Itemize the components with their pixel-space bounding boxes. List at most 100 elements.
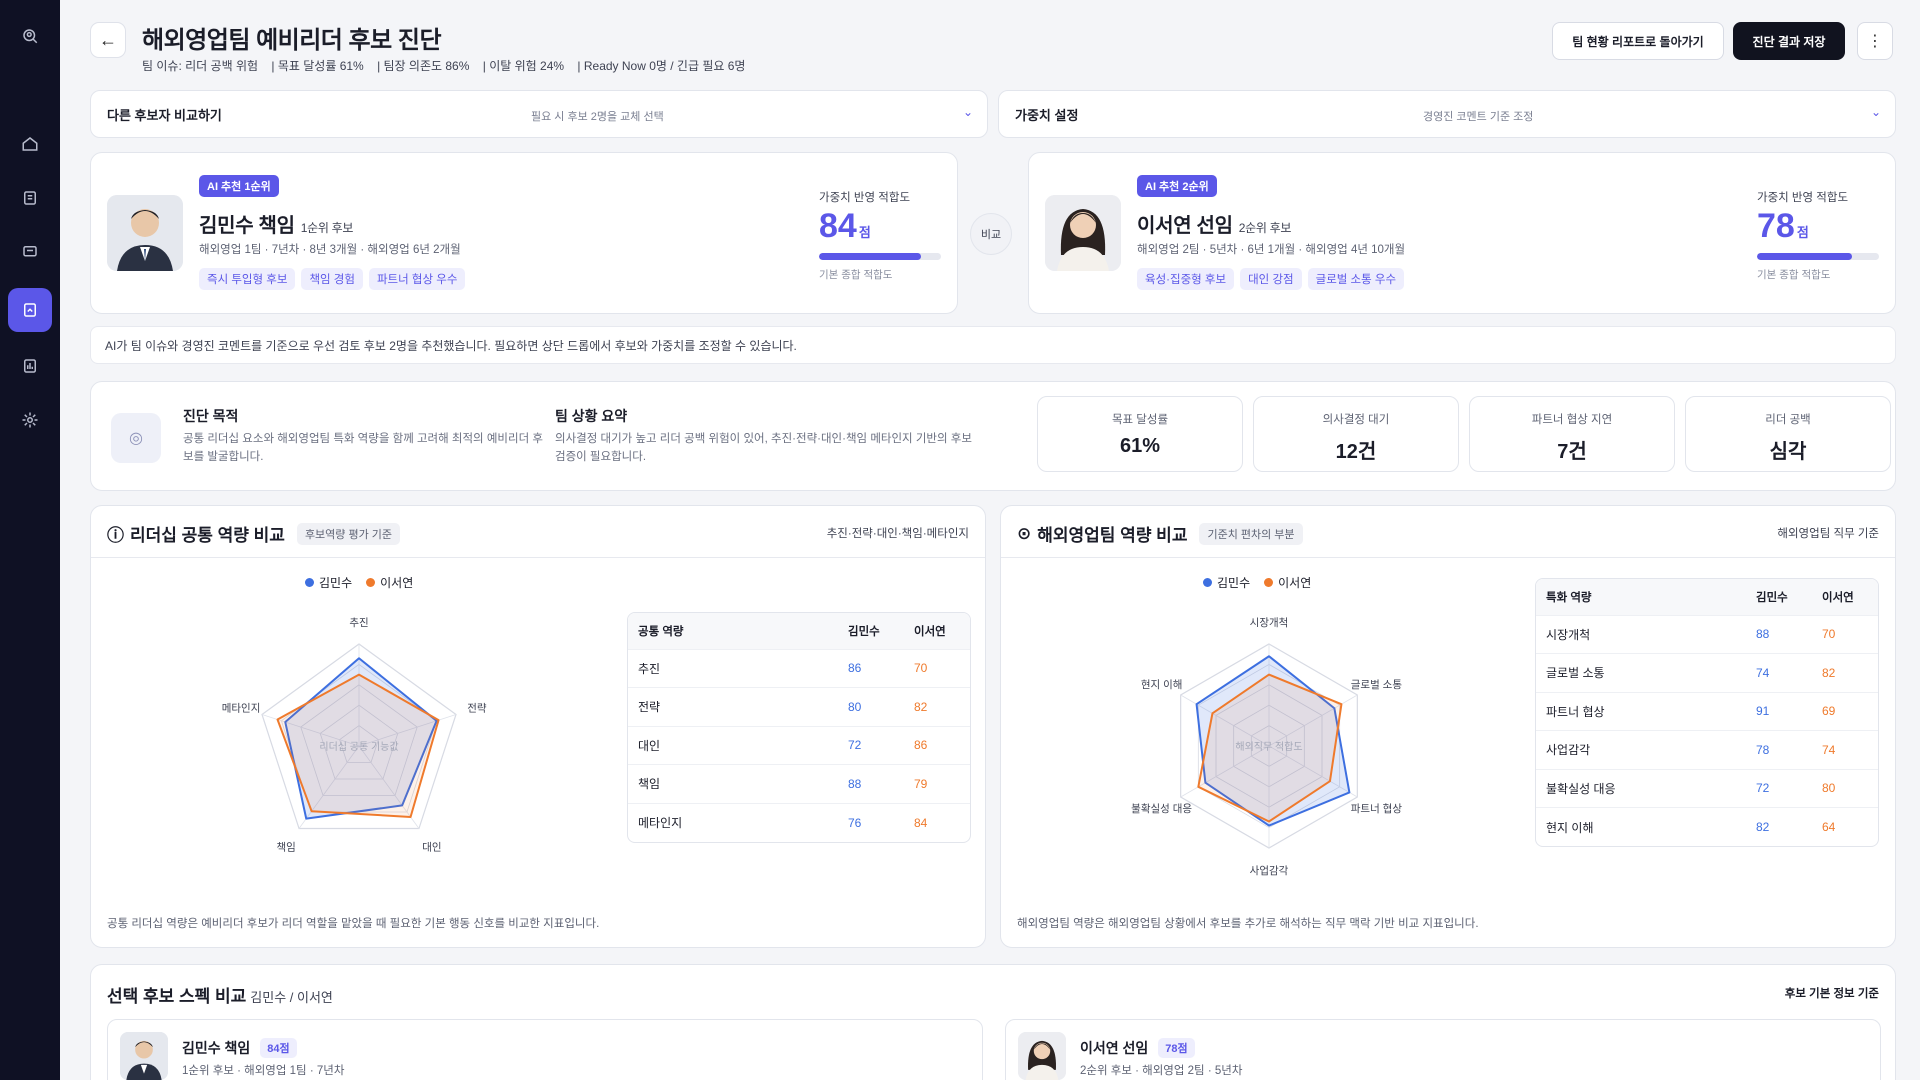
legend-item: 김민수 [1203, 574, 1250, 591]
vs-indicator: 비교 [970, 213, 1012, 255]
spec-name: 이서연 선임 78점 [1080, 1038, 1195, 1058]
legend-dot [305, 578, 314, 587]
spec-name: 김민수 책임 84점 [182, 1038, 297, 1058]
legend-label: 김민수 [1217, 576, 1251, 590]
table-header: 공통 역량 [628, 613, 838, 649]
candidate-card-1[interactable]: AI 추천 1순위 김민수 책임 1순위 후보 해외영업 1팀 · 7년차 · 8… [90, 152, 958, 314]
search-icon[interactable] [8, 14, 52, 58]
table-row: 메타인지 76 84 [628, 802, 970, 842]
competency-name: 대인 [628, 725, 838, 765]
score-series-2: 80 [1812, 768, 1878, 808]
score-series-1: 74 [1746, 653, 1812, 692]
issue-item: 팀 이슈: 리더 공백 위험 [142, 59, 259, 73]
kpi-label: 목표 달성률 [1111, 414, 1169, 426]
spec-title-sub: 김민수 / 이서연 [250, 990, 333, 1005]
radar-axis-label: 전략 [467, 703, 487, 715]
issue-item: | 팀장 의존도 86% [377, 59, 470, 73]
kpi-label: 의사결정 대기 [1322, 414, 1390, 426]
more-menu-button[interactable]: ⋮ [1857, 22, 1893, 60]
tag: 책임 경험 [301, 268, 363, 290]
spec-card-1[interactable]: 김민수 책임 84점 1순위 후보 · 해외영업 1팀 · 7년차 [107, 1019, 983, 1080]
fit-progress-bar [819, 253, 941, 260]
gear-icon[interactable] [8, 398, 52, 442]
score-series-2: 74 [1812, 730, 1878, 769]
kpi-card: 의사결정 대기 12건 [1253, 396, 1459, 472]
score-series-1: 88 [838, 764, 904, 803]
panel-criteria: 해외영업팀 직무 기준 [1777, 528, 1879, 540]
report-icon[interactable] [8, 288, 52, 332]
radar-axis-label: 파트너 협상 [1351, 802, 1403, 815]
table-row: 전략 80 82 [628, 687, 970, 726]
panel-footnote: 공통 리더십 역량은 예비리더 후보가 리더 역할을 맡았을 때 필요한 기본 … [107, 918, 600, 930]
score-series-1: 80 [838, 687, 904, 726]
legend-item: 이서연 [366, 574, 413, 591]
chart-legend: 김민수 이서연 [305, 574, 413, 591]
ai-recommend-badge: AI 추천 2순위 [1137, 175, 1217, 197]
legend-dot [1264, 578, 1274, 587]
panel-title: ⓘ 리더십 공통 역량 비교 후보역량 평가 기준 [107, 521, 401, 546]
radar-center-label: 해외직무 적합도 [1235, 740, 1302, 753]
radar-axis-label: 현지 이해 [1141, 678, 1183, 691]
main-content: ← 해외영업팀 예비리더 후보 진단 팀 이슈: 리더 공백 위험 | 목표 달… [60, 0, 1920, 1080]
table-row: 불확실성 대응 72 80 [1536, 768, 1878, 808]
legend-item: 이서연 [1264, 574, 1311, 591]
compare-candidates-dropdown[interactable]: 다른 후보자 비교하기 필요 시 후보 2명을 교체 선택 ⌄ [90, 90, 988, 138]
table-row: 대인 72 86 [628, 725, 970, 765]
competency-name: 불확실성 대응 [1536, 768, 1746, 808]
fit-progress-fill [819, 253, 922, 260]
document-icon[interactable] [8, 176, 52, 220]
kpi-label: 파트너 협상 지연 [1531, 414, 1613, 426]
candidate-rank: 1순위 후보 [300, 221, 354, 235]
legend-dot [366, 578, 376, 587]
spec-card-2[interactable]: 이서연 선임 78점 2순위 후보 · 해외영업 2팀 · 5년차 [1005, 1019, 1881, 1080]
candidate-card-2[interactable]: AI 추천 2순위 이서연 선임 2순위 후보 해외영업 2팀 · 5년차 · 6… [1028, 152, 1896, 314]
spec-criteria: 후보 기본 정보 기준 [1784, 988, 1879, 1000]
competency-name: 시장개척 [1536, 614, 1746, 654]
panel-header: ⊙ 해외영업팀 역량 비교 기준치 편차의 부분 해외영업팀 직무 기준 [1001, 506, 1895, 558]
radar-axis-label: 메타인지 [222, 703, 261, 715]
save-result-button[interactable]: 진단 결과 저장 [1733, 22, 1845, 60]
score-series-1: 76 [838, 802, 904, 842]
sidebar-rail [0, 0, 60, 1080]
page-title: 해외영업팀 예비리더 후보 진단 [142, 27, 442, 54]
score-series-2: 70 [904, 648, 970, 688]
panel-criteria: 추진·전략·대인·책임·메타인지 [826, 528, 969, 540]
chart-icon[interactable] [8, 344, 52, 388]
radar-axis-label: 대인 [422, 841, 441, 853]
back-button[interactable]: ← [90, 22, 126, 58]
chevron-down-icon: ⌄ [962, 105, 973, 119]
table-header: 특화 역량 [1536, 579, 1746, 615]
radar-axis-label: 추진 [349, 617, 368, 629]
back-to-report-button[interactable]: 팀 현황 리포트로 돌아가기 [1552, 22, 1724, 60]
legend-label: 이서연 [380, 576, 414, 590]
competency-name: 메타인지 [628, 802, 838, 842]
fit-progress-fill [1757, 253, 1853, 260]
fit-score: 84 점 [819, 207, 871, 246]
panel-badge: 후보역량 평가 기준 [296, 522, 401, 545]
fit-score-unit: 점 [1796, 225, 1809, 240]
legend-dot [1203, 578, 1212, 587]
fit-score: 78 점 [1757, 207, 1809, 246]
radar-chart-common: 추진전략대인 책임 메타인지리더십 공통 기능값 [222, 617, 487, 853]
home-icon[interactable] [8, 122, 52, 166]
score-series-1: 72 [838, 725, 904, 765]
chat-icon[interactable] [8, 230, 52, 274]
spec-score-badge: 78점 [1158, 1038, 1195, 1058]
avatar [120, 1032, 168, 1080]
tag: 글로벌 소통 우수 [1307, 268, 1405, 290]
tag: 즉시 투입형 후보 [199, 268, 296, 290]
spec-title: 선택 후보 스펙 비교 김민수 / 이서연 [107, 982, 333, 1007]
table-row: 현지 이해 82 64 [1536, 807, 1878, 846]
ai-recommend-note: AI가 팀 이슈와 경영진 코멘트를 기준으로 우선 검토 후보 2명을 추천했… [90, 326, 1896, 364]
score-series-1: 78 [1746, 730, 1812, 769]
spec-info: 1순위 후보 · 해외영업 1팀 · 7년차 [182, 1065, 345, 1077]
weight-settings-dropdown[interactable]: 가중치 설정 경영진 코멘트 기준 조정 ⌄ [998, 90, 1896, 138]
dropdown-label: 가중치 설정 [1015, 107, 1079, 123]
kpi-card: 리더 공백 심각 [1685, 396, 1891, 472]
score-series-1: 82 [1746, 807, 1812, 846]
fit-progress-bar [1757, 253, 1879, 260]
radar-axis-label: 책임 [276, 840, 295, 853]
table-header: 김민수 [838, 613, 904, 649]
issue-item: | 목표 달성률 61% [271, 59, 364, 73]
chevron-down-icon: ⌄ [1870, 105, 1881, 119]
